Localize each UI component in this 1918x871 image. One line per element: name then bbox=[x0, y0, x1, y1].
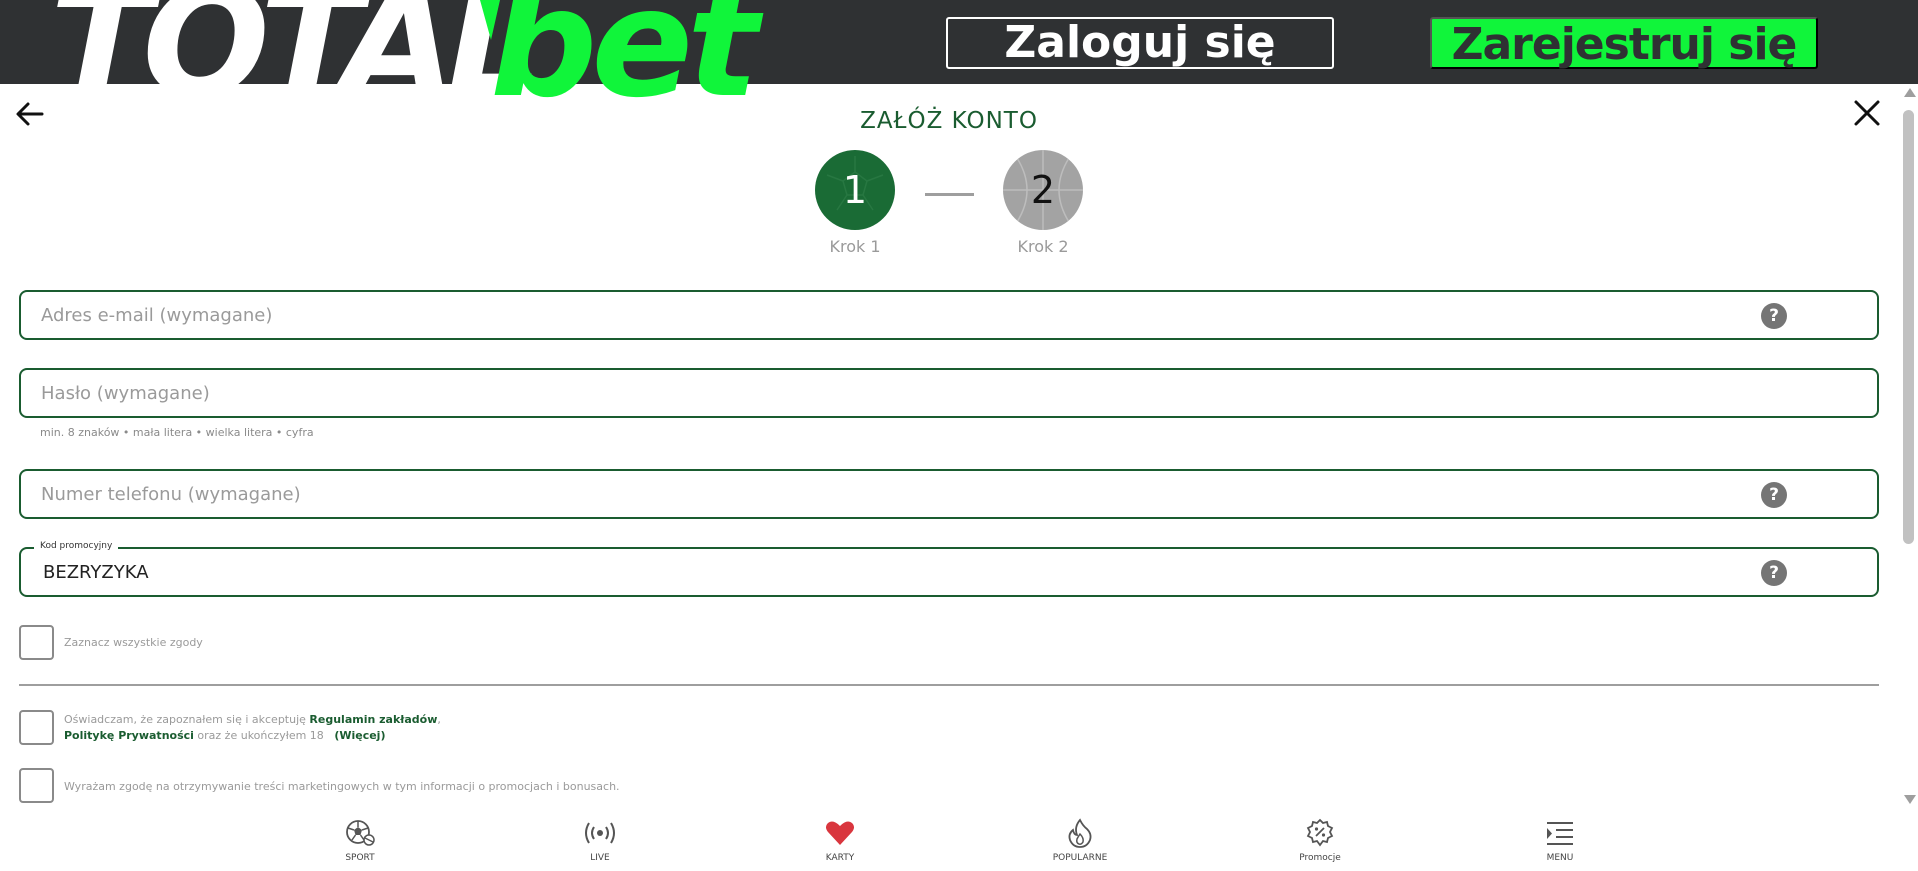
close-icon[interactable] bbox=[1852, 98, 1882, 128]
email-placeholder: Adres e-mail (wymagane) bbox=[41, 305, 273, 326]
nav-label-promocje: Promocje bbox=[1299, 853, 1341, 863]
logo-bet-text: bet bbox=[490, 0, 759, 131]
heart-card-icon bbox=[826, 821, 854, 845]
page-title: ZAŁÓŻ KONTO bbox=[860, 108, 1038, 134]
password-field[interactable]: Hasło (wymagane) bbox=[19, 368, 1879, 418]
terms-suffix: oraz że ukończyłem 18 bbox=[193, 729, 324, 742]
logo-total-text: TOTAL bbox=[50, 0, 542, 131]
step-1-number: 1 bbox=[842, 168, 868, 212]
select-all-checkbox[interactable] bbox=[19, 625, 54, 660]
email-help-icon[interactable]: ? bbox=[1761, 303, 1787, 329]
step-1-label: Krok 1 bbox=[829, 237, 881, 256]
step-2-indicator: 2 bbox=[1003, 150, 1083, 230]
soccer-ball-icon bbox=[346, 820, 375, 846]
privacy-policy-link[interactable]: Politykę Prywatności bbox=[64, 729, 194, 742]
nav-label-menu: MENU bbox=[1546, 853, 1574, 863]
step-1-indicator: 1 bbox=[815, 150, 895, 230]
nav-item-sport[interactable]: SPORT bbox=[300, 818, 420, 868]
scrollbar[interactable] bbox=[1900, 88, 1918, 806]
flame-icon bbox=[1068, 818, 1092, 848]
scroll-down-arrow-icon[interactable] bbox=[1904, 795, 1916, 804]
terms-link[interactable]: Regulamin zakładów bbox=[309, 713, 437, 726]
nav-item-karty[interactable]: KARTY bbox=[780, 818, 900, 868]
promo-code-label: Kod promocyjny bbox=[34, 540, 119, 552]
step-connector bbox=[925, 193, 974, 196]
nav-item-menu[interactable]: MENU bbox=[1500, 818, 1620, 868]
password-requirements: min. 8 znaków • mała litera • wielka lit… bbox=[40, 426, 314, 439]
terms-consent-text: Oświadczam, że zapoznałem się i akceptuj… bbox=[64, 712, 464, 744]
select-all-label: Zaznacz wszystkie zgody bbox=[64, 636, 203, 649]
step-2-label: Krok 2 bbox=[1017, 237, 1069, 256]
scrollbar-thumb[interactable] bbox=[1903, 110, 1914, 544]
password-placeholder: Hasło (wymagane) bbox=[41, 383, 210, 404]
phone-help-icon[interactable]: ? bbox=[1761, 482, 1787, 508]
nav-item-live[interactable]: LIVE bbox=[540, 818, 660, 868]
terms-separator: , bbox=[437, 713, 441, 726]
email-field[interactable]: Adres e-mail (wymagane) ? bbox=[19, 290, 1879, 340]
login-button[interactable]: Zaloguj się bbox=[946, 17, 1334, 69]
terms-checkbox[interactable] bbox=[19, 710, 54, 745]
terms-more-link[interactable]: (Więcej) bbox=[334, 729, 385, 742]
marketing-checkbox[interactable] bbox=[19, 768, 54, 803]
percent-badge-icon bbox=[1306, 818, 1334, 847]
terms-prefix: Oświadczam, że zapoznałem się i akceptuj… bbox=[64, 713, 310, 726]
nav-label-popularne: POPULARNE bbox=[1052, 853, 1108, 863]
bottom-navigation: SPORT LIVE KARTY POPULARNE Promocje MENU bbox=[0, 806, 1918, 871]
marketing-consent-text: Wyrażam zgodę na otrzymywanie treści mar… bbox=[64, 780, 620, 793]
step-2-number: 2 bbox=[1030, 168, 1056, 212]
promo-code-value: BEZRYZYKA bbox=[43, 562, 149, 583]
divider bbox=[19, 684, 1879, 686]
menu-icon bbox=[1547, 822, 1573, 845]
promo-code-field[interactable]: BEZRYZYKA ? bbox=[19, 547, 1879, 597]
top-header: TOTAL bet Zaloguj się Zarejestruj się bbox=[0, 0, 1918, 119]
register-button[interactable]: Zarejestruj się bbox=[1430, 17, 1818, 70]
promo-help-icon[interactable]: ? bbox=[1761, 560, 1787, 586]
nav-label-live: LIVE bbox=[590, 853, 610, 863]
nav-item-popularne[interactable]: POPULARNE bbox=[1020, 818, 1140, 868]
scroll-up-arrow-icon[interactable] bbox=[1904, 88, 1916, 97]
nav-label-karty: KARTY bbox=[825, 853, 855, 863]
nav-label-sport: SPORT bbox=[345, 853, 375, 863]
nav-item-promocje[interactable]: Promocje bbox=[1260, 818, 1380, 868]
broadcast-icon bbox=[585, 822, 615, 844]
phone-placeholder: Numer telefonu (wymagane) bbox=[41, 484, 301, 505]
phone-field[interactable]: Numer telefonu (wymagane) ? bbox=[19, 469, 1879, 519]
